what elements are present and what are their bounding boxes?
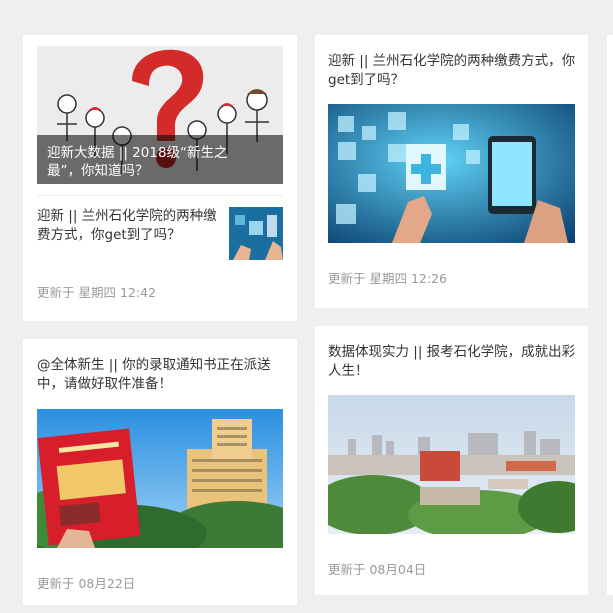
article-title[interactable]: 数据体现实力 || 报考石化学院，成就出彩人生！ bbox=[328, 343, 576, 381]
card-timestamp: 更新于 08月22日 bbox=[37, 576, 136, 591]
sub-article-thumbnail[interactable] bbox=[229, 207, 283, 260]
article-cover-image[interactable] bbox=[328, 104, 575, 243]
campus-aerial-photo bbox=[328, 395, 575, 534]
article-card-2[interactable]: 迎新 || 兰州石化学院的两种缴费方式，你get到了吗？ 更新于 星期四 12:… bbox=[315, 35, 588, 308]
admission-letter-photo bbox=[37, 409, 283, 548]
divider bbox=[37, 195, 283, 196]
card-timestamp: 更新于 08月04日 bbox=[328, 562, 427, 577]
article-card-4[interactable]: 数据体现实力 || 报考石化学院，成就出彩人生！ 更新于 08月04日 bbox=[315, 326, 588, 595]
article-card-3[interactable]: @全体新生 || 你的录取通知书正在派送中，请做好取件准备！ 更新于 08月22… bbox=[23, 339, 297, 605]
partial-card-edge bbox=[607, 35, 613, 595]
sub-article-title[interactable]: 迎新 || 兰州石化学院的两种缴费方式，你get到了吗？ bbox=[37, 207, 217, 245]
cover-image-question[interactable]: 迎新大数据 || 2018级“新生之最”，你知道吗？ bbox=[37, 46, 283, 184]
tech-cover-illustration bbox=[328, 104, 575, 243]
cover-title[interactable]: 迎新大数据 || 2018级“新生之最”，你知道吗？ bbox=[47, 144, 247, 180]
article-cover-image[interactable] bbox=[328, 395, 575, 534]
card-timestamp: 更新于 星期四 12:42 bbox=[37, 285, 156, 300]
article-title[interactable]: 迎新 || 兰州石化学院的两种缴费方式，你get到了吗？ bbox=[328, 52, 576, 90]
article-cover-image[interactable] bbox=[37, 409, 283, 548]
article-title[interactable]: @全体新生 || 你的录取通知书正在派送中，请做好取件准备！ bbox=[37, 356, 285, 394]
article-card-1[interactable]: 迎新大数据 || 2018级“新生之最”，你知道吗？ 迎新 || 兰州石化学院的… bbox=[23, 35, 297, 321]
card-timestamp: 更新于 星期四 12:26 bbox=[328, 271, 447, 286]
tech-thumb-image bbox=[229, 207, 283, 260]
